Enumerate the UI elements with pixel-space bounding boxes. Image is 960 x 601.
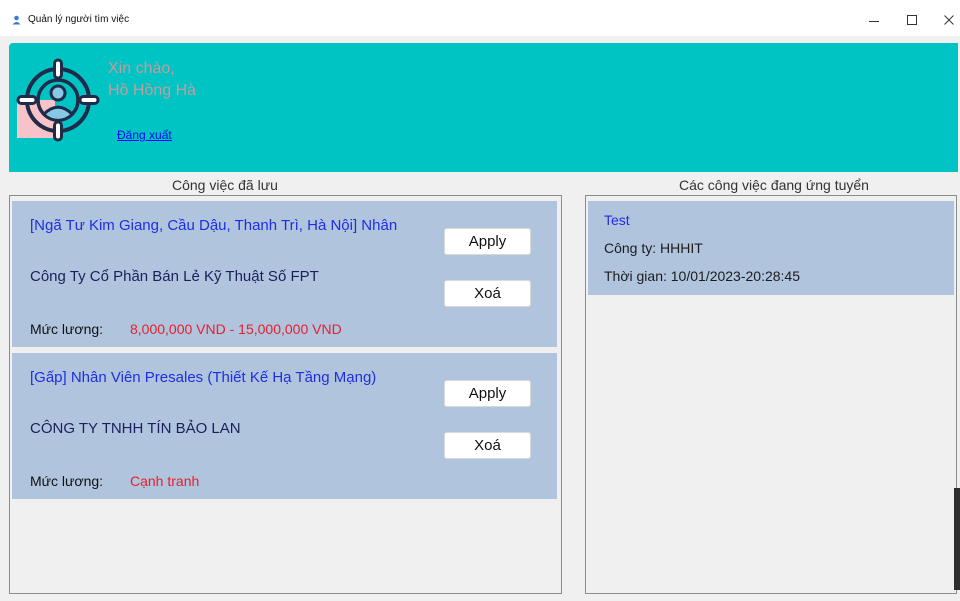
saved-jobs-list: [Ngã Tư Kim Giang, Cầu Dậu, Thanh Trì, H… bbox=[9, 195, 562, 594]
job-title: [Ngã Tư Kim Giang, Cầu Dậu, Thanh Trì, H… bbox=[30, 217, 398, 234]
applied-jobs-heading: Các công việc đang ứng tuyển bbox=[679, 177, 869, 193]
job-company: Công Ty Cổ Phần Bán Lẻ Kỹ Thuật Số FPT bbox=[30, 268, 319, 285]
apply-button[interactable]: Apply bbox=[444, 228, 531, 255]
title-bar: Quản lý người tìm việc bbox=[0, 0, 960, 36]
applied-job-time: Thời gian: 10/01/2023-20:28:45 bbox=[604, 268, 800, 284]
applied-job-card: Test Công ty: HHHIT Thời gian: 10/01/202… bbox=[588, 201, 954, 295]
user-icon bbox=[12, 15, 21, 25]
target-user-icon bbox=[16, 58, 100, 142]
saved-job-card: [Gấp] Nhân Viên Presales (Thiết Kế Hạ Tầ… bbox=[12, 353, 557, 499]
job-company: CÔNG TY TNHH TÍN BẢO LAN bbox=[30, 420, 241, 437]
delete-button[interactable]: Xoá bbox=[444, 280, 531, 307]
window-title: Quản lý người tìm việc bbox=[28, 14, 130, 25]
salary-value: 8,000,000 VND - 15,000,000 VND bbox=[130, 321, 342, 337]
minimize-button[interactable] bbox=[859, 11, 889, 31]
applied-job-company: Công ty: HHHIT bbox=[604, 240, 703, 256]
salary-label: Mức lương: bbox=[30, 321, 104, 337]
apply-button[interactable]: Apply bbox=[444, 380, 531, 407]
maximize-icon bbox=[907, 15, 917, 25]
logout-link[interactable]: Đăng xuất bbox=[117, 128, 172, 142]
close-icon bbox=[944, 15, 954, 25]
applied-job-title: Test bbox=[604, 212, 630, 228]
applied-jobs-list: Test Công ty: HHHIT Thời gian: 10/01/202… bbox=[585, 195, 957, 594]
user-name: Hồ Hồng Hà bbox=[108, 82, 197, 99]
salary-label: Mức lương: bbox=[30, 473, 104, 489]
background-edge bbox=[954, 488, 960, 590]
delete-button[interactable]: Xoá bbox=[444, 432, 531, 459]
job-title: [Gấp] Nhân Viên Presales (Thiết Kế Hạ Tầ… bbox=[30, 369, 377, 386]
minimize-icon bbox=[869, 21, 879, 22]
saved-jobs-heading: Công việc đã lưu bbox=[172, 177, 278, 193]
salary-value: Cạnh tranh bbox=[130, 473, 200, 489]
maximize-button[interactable] bbox=[897, 11, 927, 31]
close-button[interactable] bbox=[934, 11, 960, 31]
greeting-text: Xin chào, bbox=[108, 60, 175, 77]
saved-job-card: [Ngã Tư Kim Giang, Cầu Dậu, Thanh Trì, H… bbox=[12, 201, 557, 347]
user-header: Xin chào, Hồ Hồng Hà Đăng xuất bbox=[9, 43, 958, 172]
